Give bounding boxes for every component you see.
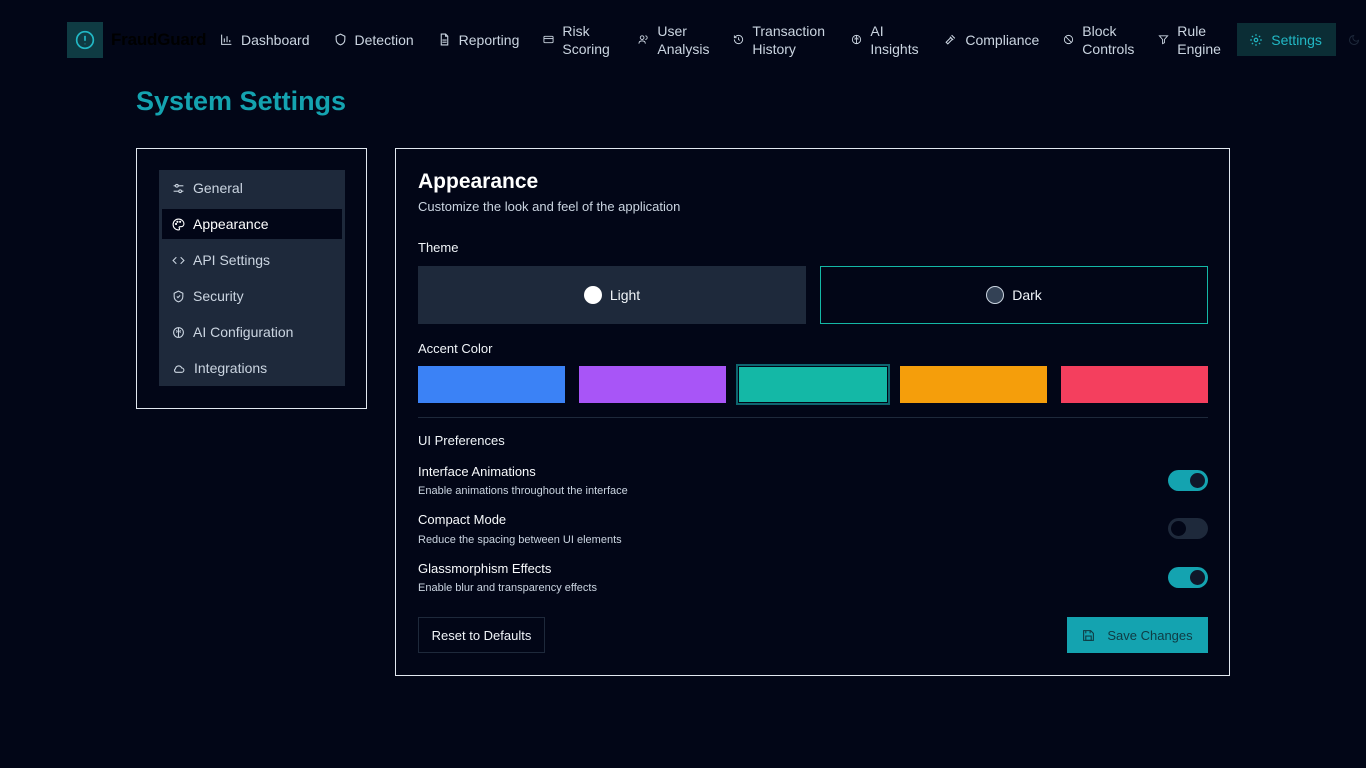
sliders-icon xyxy=(172,182,185,195)
theme-label-light: Light xyxy=(609,287,641,303)
divider xyxy=(418,417,1208,418)
pref-title: Compact Mode xyxy=(418,512,507,527)
accent-color-label: Accent Color xyxy=(418,341,493,356)
filter-icon xyxy=(1158,34,1169,45)
gear-icon xyxy=(1249,33,1263,47)
nav-label: Compliance xyxy=(965,31,1040,48)
sidebar-item-api-settings[interactable]: API Settings xyxy=(162,245,342,275)
pref-desc: Enable animations throughout the interfa… xyxy=(418,485,628,497)
file-text-icon xyxy=(438,33,451,46)
gavel-icon xyxy=(944,33,957,46)
reset-defaults-button[interactable]: Reset to Defaults xyxy=(418,617,545,653)
ban-icon xyxy=(1063,34,1074,45)
nav-item-detection[interactable]: Detection xyxy=(322,23,426,56)
accent-swatch-amber[interactable] xyxy=(900,366,1047,403)
theme-dark-button[interactable]: Dark xyxy=(820,266,1208,324)
nav-label: Detection xyxy=(354,31,414,48)
history-icon xyxy=(733,34,744,45)
theme-label: Theme xyxy=(418,240,459,255)
nav-item-block-controls[interactable]: Block Controls xyxy=(1051,22,1146,57)
logo[interactable]: FraudGuard xyxy=(67,21,208,58)
shield-check-icon xyxy=(172,289,185,303)
nav-item-settings[interactable]: Settings xyxy=(1237,23,1336,56)
nav-item-compliance[interactable]: Compliance xyxy=(932,23,1051,56)
sidebar-item-security[interactable]: Security xyxy=(162,281,342,311)
nav-item-transaction-history[interactable]: Transaction History xyxy=(721,22,839,57)
sidebar-item-label: Appearance xyxy=(193,216,269,232)
sidebar-item-label: Security xyxy=(193,288,244,304)
sidebar-item-appearance[interactable]: Appearance xyxy=(162,209,342,239)
accent-swatch-blue[interactable] xyxy=(418,366,565,403)
nav-item-rule-engine[interactable]: Rule Engine xyxy=(1146,22,1237,57)
section-title: Appearance xyxy=(418,170,539,193)
settings-menu: General Appearance API Settings Security… xyxy=(159,170,345,386)
theme-label-dark: Dark xyxy=(1012,287,1042,303)
nav-label: AI Insights xyxy=(870,22,919,57)
credit-card-icon xyxy=(543,34,554,45)
appearance-panel: Appearance Customize the look and feel o… xyxy=(395,148,1230,676)
shield-icon xyxy=(334,33,347,46)
pref-desc: Enable blur and transparency effects xyxy=(418,582,597,594)
save-icon xyxy=(1082,629,1095,642)
nav-label: Block Controls xyxy=(1082,22,1135,57)
dark-theme-swatch-icon xyxy=(986,286,1005,304)
save-changes-button[interactable]: Save Changes xyxy=(1067,617,1208,653)
settings-sidebar: General Appearance API Settings Security… xyxy=(136,148,367,409)
cloud-icon xyxy=(172,362,186,375)
top-navigation: FraudGuard Dashboard Detection Reporting… xyxy=(67,21,1360,58)
nav-label: User Analysis xyxy=(657,22,710,57)
sidebar-item-integrations[interactable]: Integrations xyxy=(162,353,342,383)
interface-animations-toggle[interactable] xyxy=(1168,470,1208,491)
sidebar-item-label: AI Configuration xyxy=(193,324,294,340)
compact-mode-toggle[interactable] xyxy=(1168,518,1208,539)
nav-item-reporting[interactable]: Reporting xyxy=(426,23,532,56)
page-title: System Settings xyxy=(136,86,347,116)
ui-preferences-label: UI Preferences xyxy=(418,433,505,448)
sidebar-item-ai-configuration[interactable]: AI Configuration xyxy=(162,317,342,347)
brain-icon xyxy=(172,326,185,339)
accent-swatch-teal[interactable] xyxy=(736,364,890,405)
section-subtitle: Customize the look and feel of the appli… xyxy=(418,199,681,214)
palette-icon xyxy=(172,218,185,231)
nav-item-risk-scoring[interactable]: Risk Scoring xyxy=(531,22,626,57)
sidebar-item-label: General xyxy=(193,180,243,196)
nav-label: Dashboard xyxy=(241,31,310,48)
theme-light-button[interactable]: Light xyxy=(418,266,806,324)
accent-swatch-rose[interactable] xyxy=(1061,366,1208,403)
sidebar-item-label: API Settings xyxy=(193,252,271,268)
accent-swatch-purple[interactable] xyxy=(579,366,726,403)
nav-item-dashboard[interactable]: Dashboard xyxy=(208,23,322,56)
bar-chart-icon xyxy=(220,33,233,46)
nav-label: Risk Scoring xyxy=(562,22,610,57)
light-theme-swatch-icon xyxy=(583,286,602,304)
moon-icon[interactable] xyxy=(1348,34,1360,46)
glassmorphism-toggle[interactable] xyxy=(1168,567,1208,588)
users-icon xyxy=(638,34,649,45)
save-changes-label: Save Changes xyxy=(1107,627,1193,643)
nav-label: Rule Engine xyxy=(1177,22,1221,57)
sidebar-item-label: Integrations xyxy=(194,360,268,376)
sidebar-item-general[interactable]: General xyxy=(162,173,342,203)
pref-title: Glassmorphism Effects xyxy=(418,561,552,576)
nav-item-ai-insights[interactable]: AI Insights xyxy=(839,22,932,57)
code-icon xyxy=(172,254,185,267)
pref-title: Interface Animations xyxy=(418,464,536,479)
nav-item-user-analysis[interactable]: User Analysis xyxy=(626,22,721,57)
nav-label: Reporting xyxy=(458,31,520,48)
pref-desc: Reduce the spacing between UI elements xyxy=(418,534,622,546)
alert-circle-icon xyxy=(67,21,103,58)
app-name: FraudGuard xyxy=(111,29,207,49)
brain-icon xyxy=(851,34,862,45)
nav-label: Settings xyxy=(1271,31,1322,48)
nav-label: Transaction History xyxy=(752,22,825,57)
